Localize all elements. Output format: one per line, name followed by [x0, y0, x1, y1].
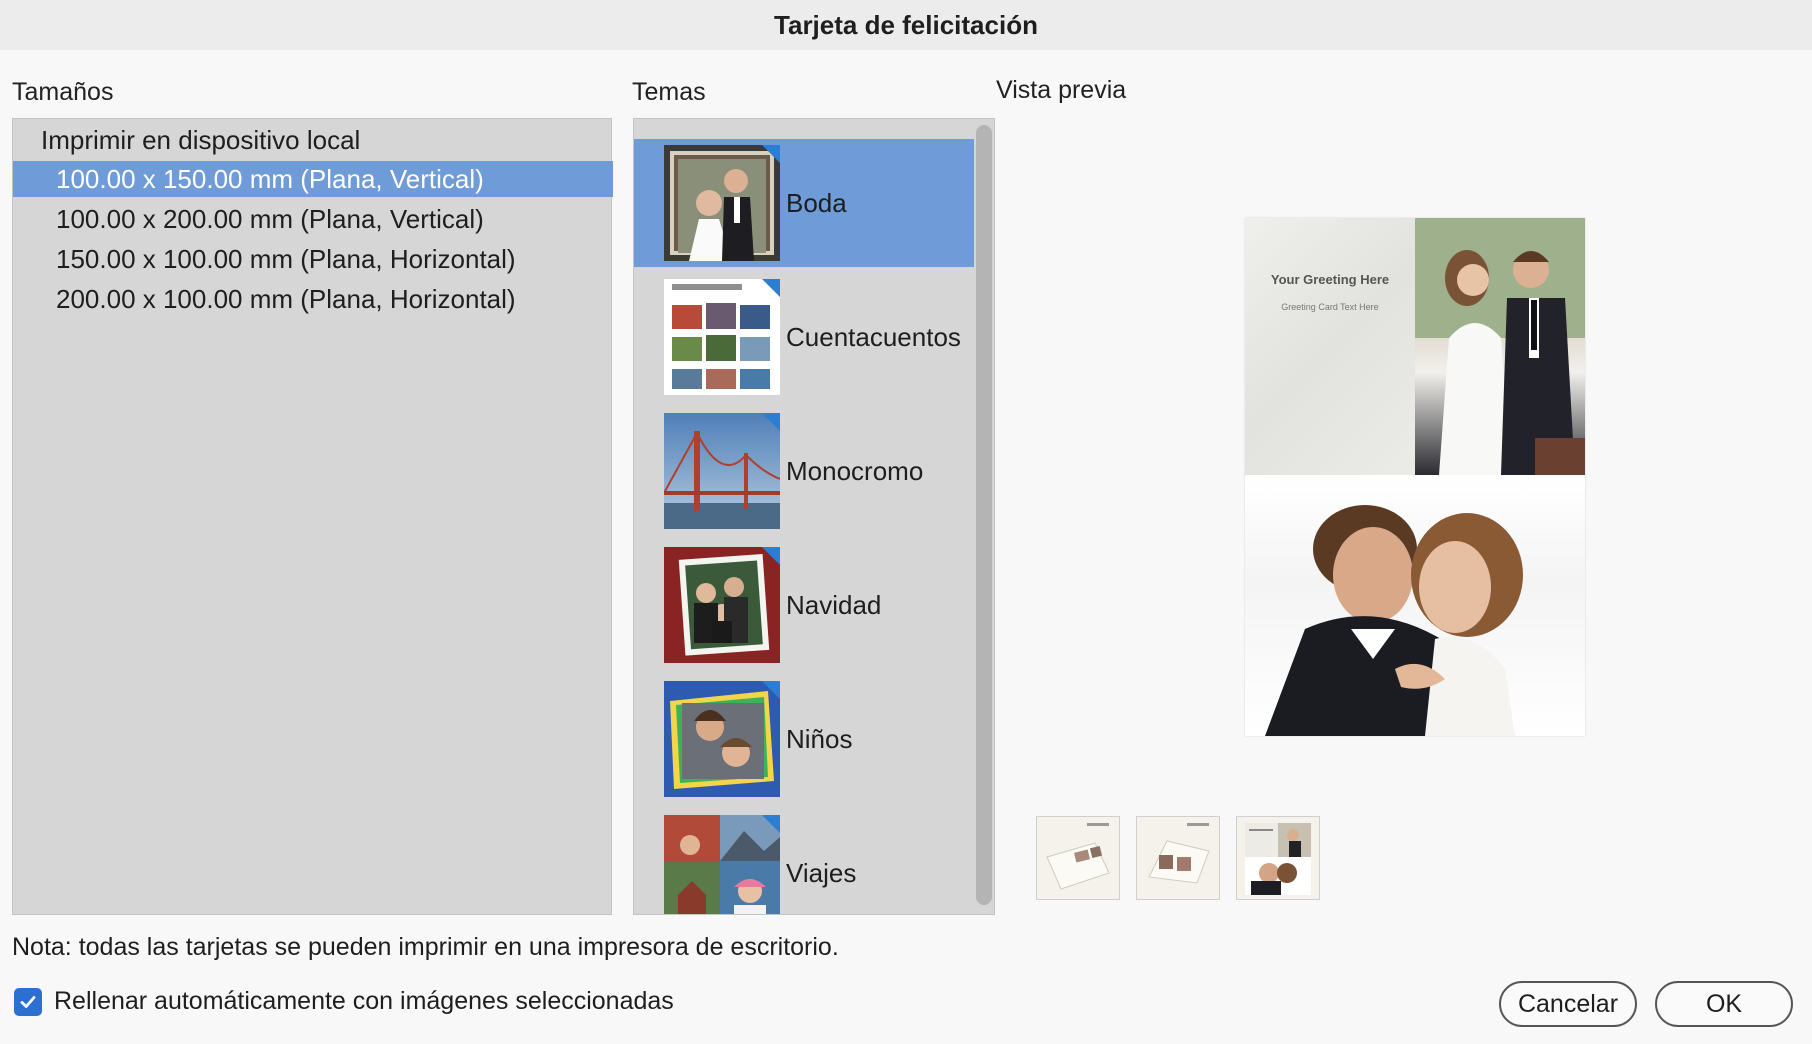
theme-item-boda[interactable]: Boda: [634, 139, 975, 267]
sizes-group-header: Imprimir en dispositivo local: [41, 125, 361, 155]
preview-view-1-thumbnail[interactable]: [1036, 816, 1120, 900]
size-item-150x100[interactable]: 150.00 x 100.00 mm (Plana, Horizontal): [13, 241, 613, 277]
travel-thumbnail-icon: [664, 815, 780, 914]
theme-label: Viajes: [786, 858, 857, 888]
preview-couple-photo: [1415, 218, 1585, 475]
ok-button[interactable]: OK: [1655, 981, 1793, 1027]
autofill-label: Rellenar automáticamente con imágenes se…: [54, 987, 674, 1015]
size-item-100x200[interactable]: 100.00 x 200.00 mm (Plana, Vertical): [13, 201, 613, 237]
theme-item-viajes[interactable]: Viajes: [634, 809, 975, 914]
storybook-thumbnail-icon: [664, 279, 780, 395]
sizes-list[interactable]: Imprimir en dispositivo local 100.00 x 1…: [12, 118, 613, 915]
preview-view-3-thumbnail[interactable]: [1236, 816, 1320, 900]
theme-item-navidad[interactable]: Navidad: [634, 541, 975, 669]
golden-gate-thumbnail-icon: [664, 413, 780, 529]
card-preview: Your Greeting Here Greeting Card Text He…: [1245, 218, 1585, 736]
themes-heading: Temas: [632, 78, 706, 106]
theme-item-monocromo[interactable]: Monocromo: [634, 407, 975, 535]
christmas-thumbnail-icon: [664, 547, 780, 663]
title-bar: Tarjeta de felicitación: [0, 0, 1812, 50]
themes-list[interactable]: Boda Cuentacuentos Monocromo Navidad Niñ…: [633, 118, 995, 915]
theme-label: Boda: [786, 188, 847, 218]
preview-greeting-title: Your Greeting Here: [1270, 272, 1390, 287]
size-item-200x100[interactable]: 200.00 x 100.00 mm (Plana, Horizontal): [13, 281, 613, 317]
preview-view-2-thumbnail[interactable]: [1136, 816, 1220, 900]
size-item-100x150[interactable]: 100.00 x 150.00 mm (Plana, Vertical): [13, 161, 613, 197]
theme-label: Monocromo: [786, 456, 924, 486]
themes-scrollbar-thumb[interactable]: [976, 125, 992, 905]
theme-item-cuentacuentos[interactable]: Cuentacuentos: [634, 273, 975, 401]
kids-thumbnail-icon: [664, 681, 780, 797]
autofill-checkbox[interactable]: [14, 987, 42, 1016]
preview-heading: Vista previa: [996, 76, 1127, 104]
theme-item-ninos[interactable]: Niños: [634, 675, 975, 803]
themes-scrollbar[interactable]: [974, 119, 994, 914]
printing-note: Nota: todas las tarjetas se pueden impri…: [12, 933, 839, 961]
theme-label: Navidad: [786, 590, 882, 620]
preview-kiss-photo: [1245, 479, 1585, 736]
theme-label: Niños: [786, 724, 853, 754]
sizes-heading: Tamaños: [12, 78, 114, 106]
autofill-option[interactable]: Rellenar automáticamente con imágenes se…: [14, 987, 674, 1016]
wedding-thumbnail-icon: [664, 145, 780, 261]
preview-greeting-panel: Your Greeting Here Greeting Card Text He…: [1245, 218, 1415, 475]
theme-label: Cuentacuentos: [786, 322, 961, 352]
window-title: Tarjeta de felicitación: [774, 9, 1038, 40]
cancel-button[interactable]: Cancelar: [1499, 981, 1637, 1027]
checkmark-icon: [20, 995, 36, 1008]
preview-greeting-subtitle: Greeting Card Text Here: [1281, 302, 1379, 312]
